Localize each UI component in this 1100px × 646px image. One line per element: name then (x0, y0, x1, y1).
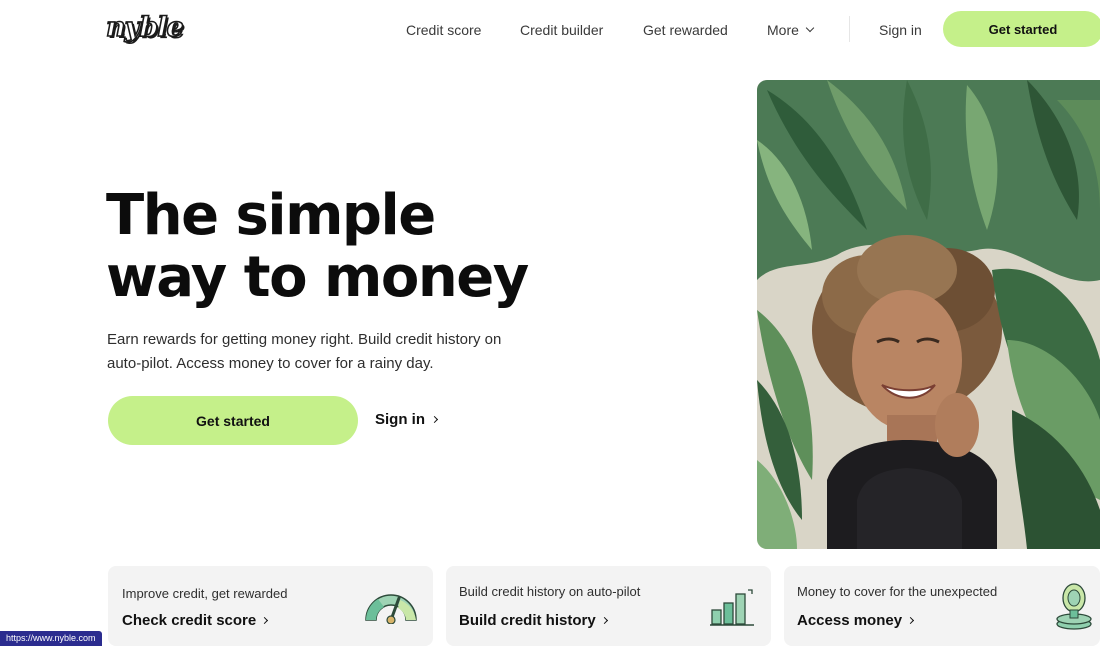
page: nyble Credit score Credit builder Get re… (0, 0, 1100, 646)
card-link-label: Check credit score (122, 612, 257, 629)
card-label: Improve credit, get rewarded (122, 586, 288, 601)
status-url-tooltip: https://www.nyble.com (0, 631, 102, 646)
feature-card-access-money[interactable]: Money to cover for the unexpected Access… (784, 566, 1100, 646)
hero-sign-in-label: Sign in (375, 411, 425, 428)
card-link-label: Access money (797, 612, 903, 629)
header-get-started-button[interactable]: Get started (943, 11, 1100, 47)
card-link-label: Build credit history (459, 612, 596, 629)
nyble-logo[interactable]: nyble (105, 11, 184, 44)
card-label: Build credit history on auto-pilot (459, 584, 641, 599)
nav-more-label: More (767, 22, 799, 38)
chevron-right-icon (430, 415, 439, 424)
woman-with-plants-illustration (757, 80, 1100, 549)
feature-card-credit-score[interactable]: Improve credit, get rewarded Check credi… (108, 566, 433, 646)
hero-subtitle: Earn rewards for getting money right. Bu… (107, 328, 577, 376)
hero-title-line-2: way to money (106, 245, 529, 310)
hand (935, 393, 979, 457)
bar-growth-icon (710, 589, 754, 626)
feature-card-credit-history[interactable]: Build credit history on auto-pilot Build… (446, 566, 771, 646)
nav-divider (849, 16, 850, 42)
hero-get-started-button[interactable]: Get started (108, 396, 358, 445)
nav-get-rewarded[interactable]: Get rewarded (643, 22, 728, 38)
coin-stack-icon (1056, 583, 1092, 630)
hero-sign-in-link[interactable]: Sign in (375, 411, 439, 428)
chevron-right-icon (907, 616, 915, 625)
hero-title: The simple way to money (106, 183, 529, 310)
header-sign-in-link[interactable]: Sign in (879, 22, 922, 38)
hero-title-line-1: The simple (106, 183, 436, 248)
chevron-down-icon (805, 23, 815, 33)
site-header: nyble Credit score Credit builder Get re… (0, 0, 1100, 58)
hero-photo (757, 80, 1100, 549)
check-credit-score-link[interactable]: Check credit score (122, 612, 269, 629)
nav-credit-builder[interactable]: Credit builder (520, 22, 603, 38)
card-label: Money to cover for the unexpected (797, 584, 998, 599)
chevron-right-icon (261, 616, 269, 625)
credit-gauge-icon (365, 594, 417, 624)
chevron-right-icon (600, 616, 608, 625)
hero-subtitle-line-1: Earn rewards for getting money right. Bu… (107, 331, 502, 348)
nav-more-dropdown[interactable]: More (767, 22, 815, 38)
nav-credit-score[interactable]: Credit score (406, 22, 481, 38)
build-credit-history-link[interactable]: Build credit history (459, 612, 608, 629)
hero-subtitle-line-2: auto-pilot. Access money to cover for a … (107, 355, 434, 372)
access-money-link[interactable]: Access money (797, 612, 915, 629)
